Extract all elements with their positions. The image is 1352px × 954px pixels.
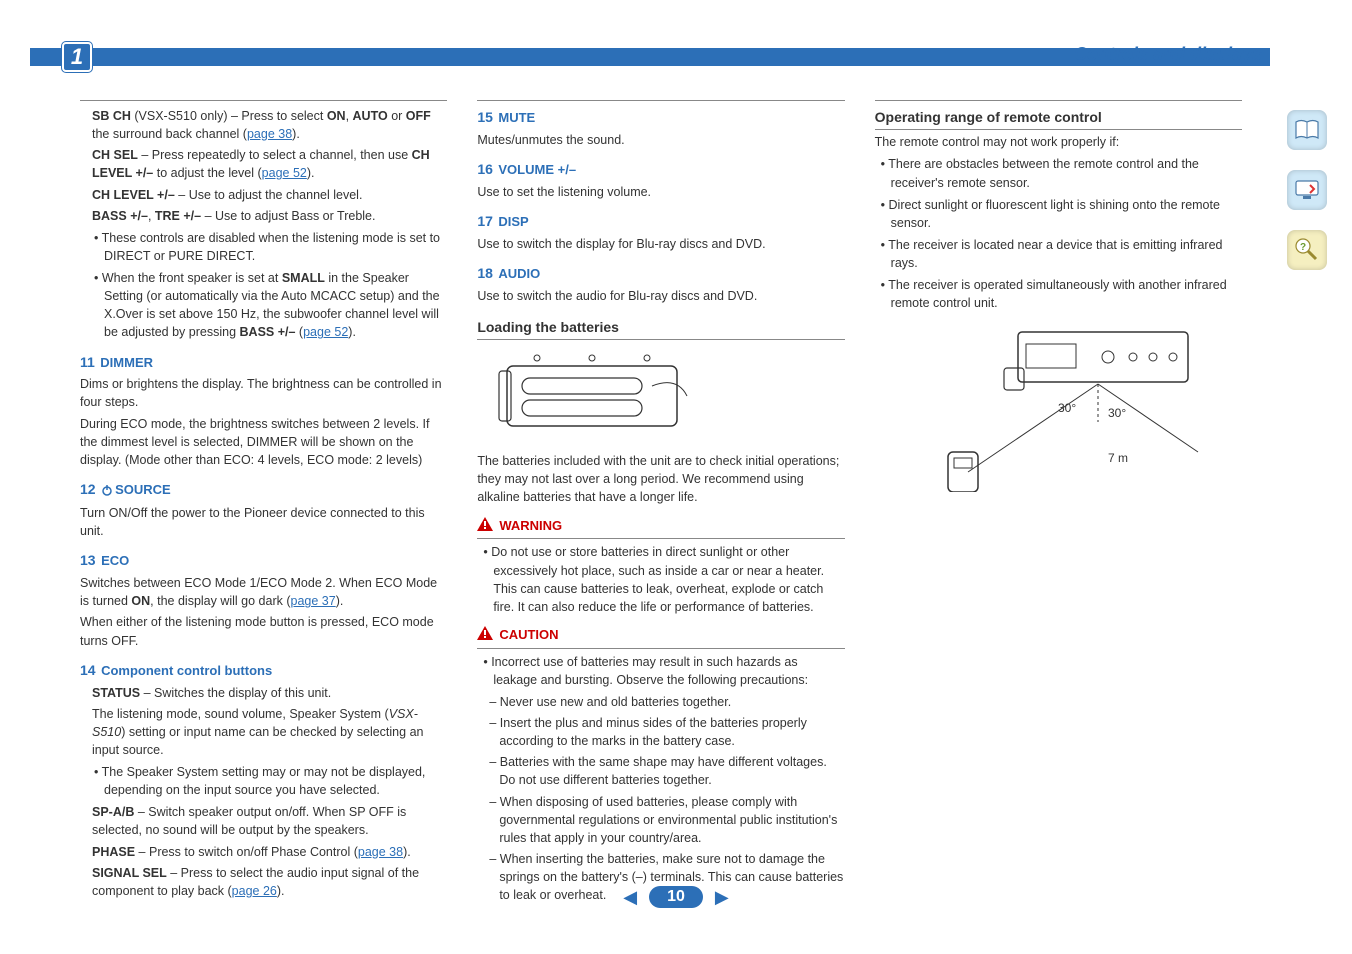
chsel-line: CH SEL – Press repeatedly to select a ch… [92,146,447,182]
h14-spab: SP-A/B – Switch speaker output on/off. W… [92,803,447,839]
prev-page-arrow[interactable]: ◀ [623,887,637,908]
help-icon[interactable]: ? [1287,230,1327,270]
h14-phase: PHASE – Press to switch on/off Phase Con… [92,843,447,861]
fig-30a: 30° [1058,401,1076,415]
bass-bullet-2: When the front speaker is set at SMALL i… [92,269,447,342]
warning-label: WARNING [499,517,562,536]
h11-p1: Dims or brightens the display. The brigh… [80,375,447,411]
link-page-38-b[interactable]: page 38 [358,845,403,859]
sbch-bold: SB CH [92,109,131,123]
h13-p1: Switches between ECO Mode 1/ECO Mode 2. … [80,574,447,610]
caution-label: CAUTION [499,626,558,645]
range-b2: Direct sunlight or fluorescent light is … [879,196,1242,232]
heading-16: 16 VOLUME +/– [477,159,844,180]
heading-12: 12 SOURCE [80,479,447,501]
bass-bullet-1: These controls are disabled when the lis… [92,229,447,265]
heading-18: 18 AUDIO [477,263,844,284]
manual-icon[interactable] [1287,110,1327,150]
caution-d4: When disposing of used batteries, please… [477,793,844,847]
power-icon [101,483,113,501]
heading-15: 15 MUTE [477,107,844,128]
h13-p2: When either of the listening mode button… [80,613,447,649]
subhead-batteries: Loading the batteries [477,317,844,340]
battery-caption: The batteries included with the unit are… [477,452,844,506]
link-page-38-a[interactable]: page 38 [247,127,292,141]
h14-status-p2: The listening mode, sound volume, Speake… [92,705,447,759]
warning-icon [477,517,493,537]
h17-p: Use to switch the display for Blu-ray di… [477,235,844,253]
chapter-number-box: 1 [62,42,92,72]
warning-bullet: Do not use or store batteries in direct … [481,543,844,616]
h14-status-bullet: The Speaker System setting may or may no… [92,763,447,799]
range-intro: The remote control may not work properly… [875,133,1242,151]
h14-status: STATUS – Switches the display of this un… [92,684,447,702]
next-page-arrow[interactable]: ▶ [715,887,729,908]
caution-d1: Never use new and old batteries together… [477,693,844,711]
h11-p2: During ECO mode, the brightness switches… [80,415,447,469]
monitor-icon[interactable] [1287,170,1327,210]
heading-17: 17 DISP [477,211,844,232]
fig-7m: 7 m [1108,451,1128,465]
range-b1: There are obstacles between the remote c… [879,155,1242,191]
fig-30b: 30° [1108,406,1126,420]
heading-13: 13 ECO [80,550,447,571]
page-number-badge: 10 [649,886,703,908]
caution-d3: Batteries with the same shape may have d… [477,753,844,789]
svg-text:?: ? [1300,242,1306,253]
caution-d2: Insert the plus and minus sides of the b… [477,714,844,750]
side-nav: ? [1287,110,1327,270]
range-b4: The receiver is operated simultaneously … [879,276,1242,312]
heading-11: 11 DIMMER [80,352,447,373]
h15-p: Mutes/unmutes the sound. [477,131,844,149]
caution-bullet: Incorrect use of batteries may result in… [481,653,844,689]
bass-line: BASS +/–, TRE +/– – Use to adjust Bass o… [92,207,447,225]
link-page-37[interactable]: page 37 [291,594,336,608]
sbch-line: SB CH (VSX-S510 only) – Press to select … [92,107,447,143]
link-page-52-b[interactable]: page 52 [303,325,348,339]
page-footer: ◀ 10 ▶ [0,886,1352,908]
chlvl2-line: CH LEVEL +/– – Use to adjust the channel… [92,186,447,204]
h16-p: Use to set the listening volume. [477,183,844,201]
chapter-title: Controls and displays [1074,44,1262,65]
caution-icon [477,626,493,646]
battery-diagram [477,346,707,446]
h12-p: Turn ON/Off the power to the Pioneer dev… [80,504,447,540]
chapter-header: 1 Controls and displays [30,36,1322,66]
range-b3: The receiver is located near a device th… [879,236,1242,272]
column-2: 15 MUTE Mutes/unmutes the sound. 16 VOLU… [477,100,844,864]
column-1: SB CH (VSX-S510 only) – Press to select … [80,100,447,864]
warning-header: WARNING [477,517,844,540]
caution-header: CAUTION [477,626,844,649]
heading-14: 14 Component control buttons [80,660,447,681]
subhead-range: Operating range of remote control [875,107,1242,130]
column-3: Operating range of remote control The re… [875,100,1242,864]
h18-p: Use to switch the audio for Blu-ray disc… [477,287,844,305]
link-page-52-a[interactable]: page 52 [262,166,307,180]
range-diagram: 30° 30° 7 m [908,322,1208,492]
